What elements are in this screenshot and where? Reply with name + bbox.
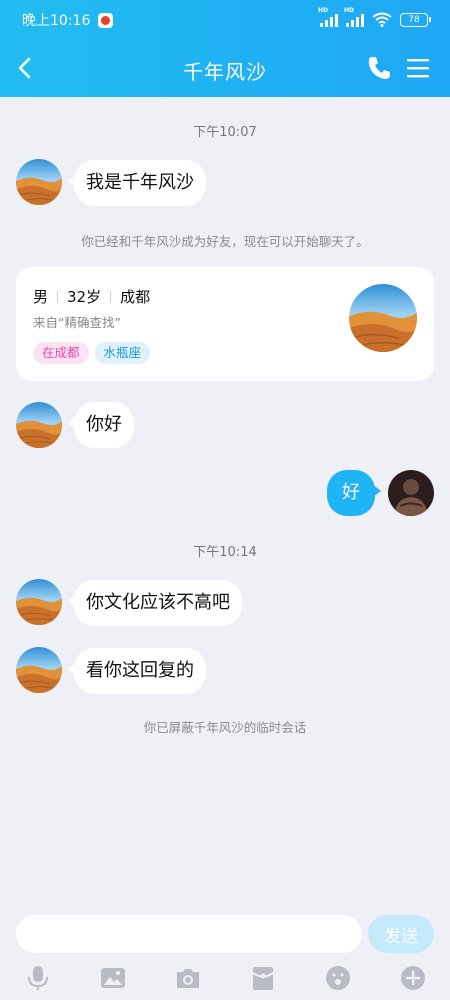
- timestamp: 下午10:14: [193, 545, 257, 560]
- plus-icon[interactable]: [399, 964, 427, 992]
- title-bar: 千年风沙: [0, 48, 450, 88]
- contact-avatar[interactable]: [16, 579, 62, 625]
- send-button[interactable]: 发送: [368, 915, 434, 953]
- message-input[interactable]: [16, 915, 362, 953]
- phone-icon[interactable]: [366, 54, 392, 82]
- chat-header: 晚上10:16 HD HD 78 千年风沙: [0, 0, 450, 97]
- contact-avatar[interactable]: [16, 402, 62, 448]
- profile-city: 成都: [120, 288, 151, 306]
- timestamp: 下午10:07: [193, 125, 257, 140]
- battery-level: 78: [408, 14, 420, 25]
- camera-icon[interactable]: [174, 964, 202, 992]
- signal-icon: HD: [344, 7, 364, 27]
- signal-icon: HD: [318, 7, 338, 27]
- message-bubble[interactable]: 看你这回复的: [68, 648, 206, 694]
- tag-zodiac: 水瓶座: [94, 342, 151, 364]
- profile-age: 32岁: [67, 288, 102, 306]
- wifi-icon: [372, 12, 392, 27]
- profile-gender: 男: [33, 288, 49, 306]
- status-indicators: HD HD 78: [318, 7, 431, 27]
- battery-icon: 78: [400, 12, 431, 27]
- image-icon[interactable]: [99, 964, 127, 992]
- emoji-icon[interactable]: [324, 964, 352, 992]
- message-bubble[interactable]: 你文化应该不高吧: [68, 580, 242, 626]
- profile-source: 来自“精确查找”: [33, 315, 121, 330]
- tag-location: 在成都: [33, 342, 89, 364]
- microphone-icon[interactable]: [24, 964, 52, 992]
- self-message-bubble[interactable]: 好: [327, 470, 381, 516]
- message-bubble[interactable]: 我是千年风沙: [68, 160, 206, 206]
- profile-tags: 在成都 水瓶座: [33, 342, 151, 364]
- divider: [57, 290, 59, 303]
- red-packet-icon[interactable]: [249, 964, 277, 992]
- contact-avatar[interactable]: [16, 159, 62, 205]
- profile-card[interactable]: 男 32岁 成都 来自“精确查找” 在成都 水瓶座: [16, 267, 434, 381]
- divider: [110, 290, 112, 303]
- system-notice: 你已经和千年风沙成为好友，现在可以开始聊天了。: [81, 234, 369, 249]
- contact-avatar[interactable]: [16, 647, 62, 693]
- menu-icon[interactable]: [405, 54, 431, 82]
- profile-facts: 男 32岁 成都: [33, 286, 150, 307]
- system-notice: 你已屏蔽千年风沙的临时会话: [143, 720, 307, 735]
- self-avatar[interactable]: [388, 470, 434, 516]
- status-time: 晚上10:16: [22, 13, 91, 29]
- notification-app-icon: [98, 12, 114, 28]
- input-toolbar: [0, 962, 450, 994]
- profile-photo[interactable]: [349, 284, 417, 352]
- message-bubble[interactable]: 你好: [68, 402, 134, 448]
